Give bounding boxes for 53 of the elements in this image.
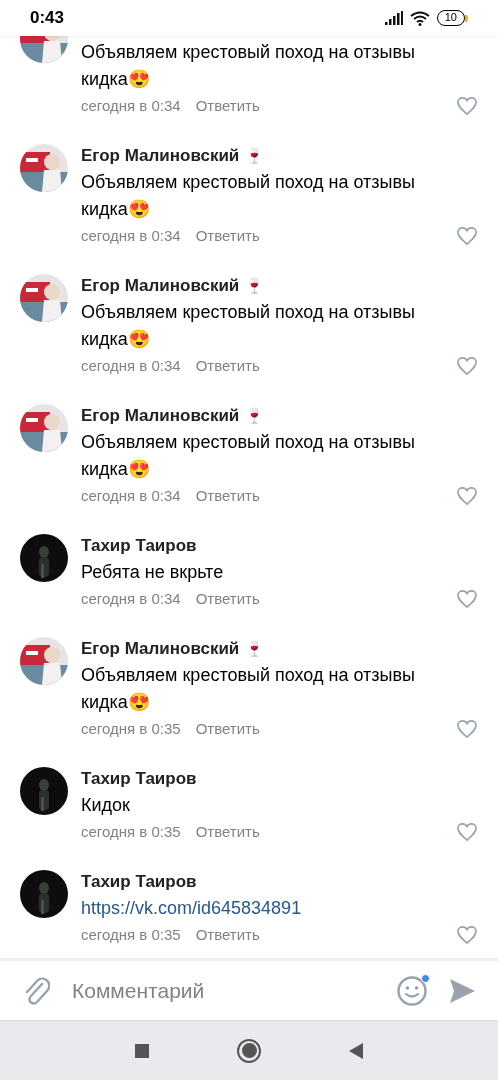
comment-text: Объявляем крестовый поход на отзывы кидка😍 (81, 171, 416, 221)
name-emoji: 🍷 (245, 638, 265, 659)
recent-apps-button[interactable] (135, 1043, 149, 1058)
comment-time: сегодня в 0:35 (81, 718, 181, 739)
home-button[interactable] (237, 1038, 261, 1063)
heart-icon[interactable] (456, 589, 478, 609)
wifi-icon (409, 10, 430, 26)
name-emoji: 🍷 (245, 145, 265, 166)
signal-icon (384, 11, 403, 25)
reply-link[interactable]: Ответить (195, 354, 260, 378)
comment-time: сегодня в 0:35 (81, 821, 181, 842)
status-time: 0:43 (30, 7, 65, 30)
author-name[interactable]: Егор Малиновский (81, 273, 240, 299)
comment-time: сегодня в 0:34 (81, 588, 181, 609)
comment-text: Объявляем крестовый поход на отзывы кидка😍 (81, 431, 416, 481)
back-button[interactable] (349, 1042, 363, 1059)
comment-time: сегодня в 0:34 (81, 355, 181, 376)
author-name[interactable]: Егор Малиновский (81, 143, 240, 169)
heart-icon[interactable] (456, 486, 478, 506)
battery-cap-icon (465, 14, 468, 22)
comment-text: Объявляем крестовый поход на отзывы кидка😍 (81, 301, 416, 351)
send-icon[interactable] (448, 976, 476, 1005)
comment-text: Кидок (81, 794, 131, 817)
heart-icon[interactable] (456, 822, 478, 842)
comment-time: сегодня в 0:34 (81, 225, 181, 246)
heart-icon[interactable] (456, 356, 478, 376)
author-name[interactable]: Тахир Таиров (81, 766, 197, 792)
author-name[interactable]: Егор Малиновский (81, 403, 240, 429)
comment-text: Объявляем крестовый поход на отзывы кидка😍 (81, 41, 416, 91)
smiley-icon[interactable] (396, 974, 428, 1007)
comment-time: сегодня в 0:35 (81, 924, 181, 945)
author-name[interactable]: Егор Малиновский (81, 636, 240, 662)
comment-text: Ребята не вкрьте (81, 561, 225, 584)
heart-icon[interactable] (456, 226, 478, 246)
reply-link[interactable]: Ответить (195, 484, 260, 508)
heart-icon[interactable] (456, 719, 478, 739)
reply-link[interactable]: Ответить (195, 587, 260, 611)
author-name[interactable]: Тахир Таиров (81, 533, 197, 559)
reply-link[interactable]: Ответить (195, 717, 260, 741)
author-name[interactable]: Тахир Таиров (81, 869, 197, 895)
comment-time: сегодня в 0:34 (81, 485, 181, 506)
comment-link[interactable]: https://vk.com/id645834891 (81, 895, 478, 922)
reply-link[interactable]: Ответить (195, 923, 260, 947)
comment-input[interactable]: Комментарий (72, 974, 396, 1007)
name-emoji: 🍷 (245, 275, 265, 296)
reply-link[interactable]: Ответить (195, 224, 260, 248)
reply-link[interactable]: Ответить (195, 820, 260, 844)
comment-time: сегодня в 0:34 (81, 95, 181, 116)
name-emoji: 🍷 (245, 405, 265, 426)
heart-icon[interactable] (456, 96, 478, 116)
reply-link[interactable]: Ответить (195, 94, 260, 118)
heart-icon[interactable] (456, 925, 478, 945)
comment-text: Объявляем крестовый поход на отзывы кидка😍 (81, 664, 416, 714)
